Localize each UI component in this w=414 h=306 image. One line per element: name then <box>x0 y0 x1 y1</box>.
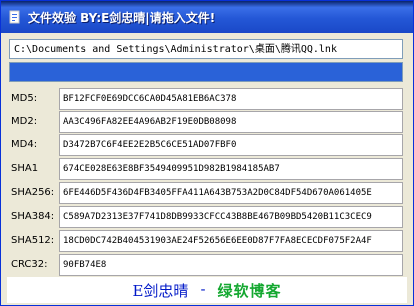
footer-blog-link[interactable]: 绿软博客 <box>218 280 282 301</box>
sha1-value-field[interactable]: 674CE028E63E8BF3549409951D982B1984185AB7 <box>59 158 403 180</box>
footer-author: E剑忠晴 <box>132 281 189 300</box>
footer-banner: E剑忠晴 - 绿软博客 <box>7 277 407 303</box>
md5-label: MD5: <box>11 93 38 104</box>
progress-bar <box>9 62 403 82</box>
md4-value-field[interactable]: D3472B7C6F4EE2E2B5C6CE51AD07FBF0 <box>59 134 403 156</box>
hash-row-crc32: CRC32: 90FB74E8 <box>1 254 413 276</box>
hash-row-sha256: SHA256: 6FE446D5F436D4FB3405FFA411A643B7… <box>1 182 413 204</box>
sha384-label: SHA384: <box>11 211 55 222</box>
sha512-label: SHA512: <box>11 235 55 246</box>
md2-label: MD2: <box>11 116 38 127</box>
sha512-value-field[interactable]: 18CD0DC742B404531903AE24F52656E6EE0D87F7… <box>59 230 403 252</box>
hash-row-md5: MD5: BF12FCF0E69DCC6CA0D45A81EB6AC378 <box>1 88 413 110</box>
window-title: 文件效验 BY:E剑忠晴|请拖入文件! <box>28 10 216 25</box>
title-bar[interactable]: 文件效验 BY:E剑忠晴|请拖入文件! <box>1 1 413 33</box>
hash-row-md2: MD2: AA3C496FA82EE4A96AB2F19E0DB08098 <box>1 111 413 133</box>
md5-value-field[interactable]: BF12FCF0E69DCC6CA0D45A81EB6AC378 <box>59 88 403 110</box>
md2-value-field[interactable]: AA3C496FA82EE4A96AB2F19E0DB08098 <box>59 111 403 133</box>
main-window: 文件效验 BY:E剑忠晴|请拖入文件! C:\Documents and Set… <box>0 0 414 306</box>
crc32-value-field[interactable]: 90FB74E8 <box>59 254 403 276</box>
app-icon <box>8 10 22 24</box>
file-path-field[interactable]: C:\Documents and Settings\Administrator\… <box>9 39 403 59</box>
hash-row-md4: MD4: D3472B7C6F4EE2E2B5C6CE51AD07FBF0 <box>1 134 413 156</box>
footer-separator: - <box>200 282 206 298</box>
hash-row-sha384: SHA384: C589A7D2313E37F741D8DB9933CFCC43… <box>1 206 413 228</box>
hash-row-sha1: SHA1 674CE028E63E8BF3549409951D982B19841… <box>1 158 413 180</box>
sha1-label: SHA1 <box>11 163 39 174</box>
sha256-value-field[interactable]: 6FE446D5F436D4FB3405FFA411A643B753A2D0C8… <box>59 182 403 204</box>
crc32-label: CRC32: <box>11 259 48 270</box>
sha256-label: SHA256: <box>11 187 55 198</box>
hash-row-sha512: SHA512: 18CD0DC742B404531903AE24F52656E6… <box>1 230 413 252</box>
md4-label: MD4: <box>11 139 38 150</box>
sha384-value-field[interactable]: C589A7D2313E37F741D8DB9933CFCC43B8BE467B… <box>59 206 403 228</box>
progress-fill <box>10 63 402 81</box>
